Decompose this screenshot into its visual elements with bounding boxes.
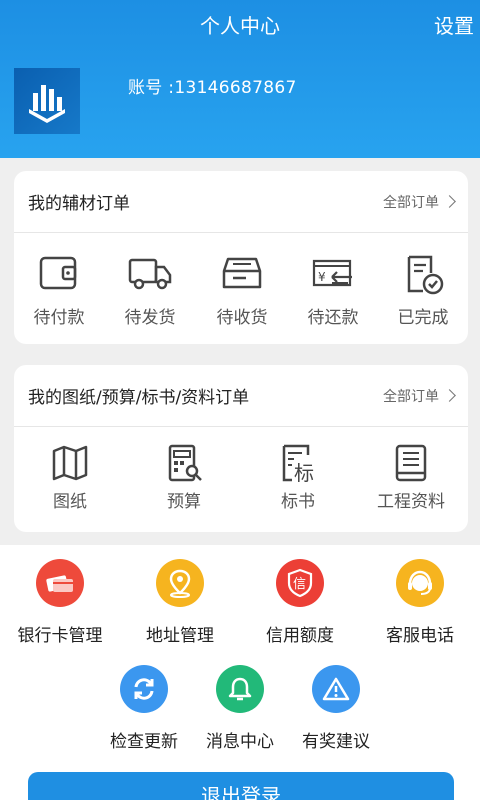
item-label: 待发货 xyxy=(124,308,176,328)
all-orders-label: 全部订单 xyxy=(383,388,439,405)
check-update-button[interactable]: 检查更新 xyxy=(96,665,192,752)
bid-doc-icon: 标 xyxy=(282,444,314,483)
pending-payment-button[interactable]: 待付款 xyxy=(14,253,104,328)
item-label: 预算 xyxy=(167,492,201,512)
item-label: 待还款 xyxy=(307,308,359,328)
credit-icon: 信 xyxy=(276,559,324,607)
wallet-icon xyxy=(39,256,77,290)
logout-button[interactable]: 退出登录 xyxy=(28,772,454,800)
book-icon xyxy=(395,444,427,482)
profile-header: 个人中心 设置 账号 :13146687867 xyxy=(0,0,480,158)
card-title: 我的图纸/预算/标书/资料订单 xyxy=(28,388,250,408)
svg-text:¥: ¥ xyxy=(318,270,326,284)
address-management-button[interactable]: 地址管理 xyxy=(120,559,240,646)
svg-text:标: 标 xyxy=(294,461,314,483)
warning-icon xyxy=(312,665,360,713)
all-orders-label: 全部订单 xyxy=(383,194,439,211)
item-label: 待收货 xyxy=(216,308,268,328)
service-label: 地址管理 xyxy=(146,626,214,646)
settings-button[interactable]: 设置 xyxy=(434,10,474,39)
item-label: 待付款 xyxy=(33,308,85,328)
pending-repayment-button[interactable]: ¥ 待还款 xyxy=(288,253,378,328)
inbox-icon xyxy=(222,257,262,289)
message-center-button[interactable]: 消息中心 xyxy=(192,665,288,752)
pending-shipment-button[interactable]: 待发货 xyxy=(104,253,196,328)
bid-documents-button[interactable]: 标 标书 xyxy=(242,443,354,512)
completed-doc-icon xyxy=(407,255,444,295)
service-label: 检查更新 xyxy=(110,732,178,752)
all-orders-link[interactable]: 全部订单 xyxy=(383,192,456,212)
bank-card-icon xyxy=(36,559,84,607)
feedback-reward-button[interactable]: 有奖建议 xyxy=(288,665,384,752)
bank-card-management-button[interactable]: 银行卡管理 xyxy=(0,559,120,646)
customer-service-button[interactable]: 客服电话 xyxy=(360,559,480,646)
map-icon xyxy=(52,445,88,481)
completed-button[interactable]: 已完成 xyxy=(378,253,468,328)
item-label: 已完成 xyxy=(397,308,449,328)
calculator-icon xyxy=(168,444,202,482)
bell-icon xyxy=(216,665,264,713)
service-label: 信用额度 xyxy=(266,626,334,646)
services-panel: 银行卡管理 地址管理 信 信用额度 客服电话 检查更新 消息中心 有奖建议 xyxy=(0,545,480,800)
building-logo-icon xyxy=(29,85,65,123)
item-label: 标书 xyxy=(281,492,315,512)
avatar[interactable] xyxy=(14,68,80,134)
budget-button[interactable]: 预算 xyxy=(126,443,242,512)
all-orders-link[interactable]: 全部订单 xyxy=(383,386,456,406)
chevron-right-icon xyxy=(443,389,456,402)
credit-limit-button[interactable]: 信 信用额度 xyxy=(240,559,360,646)
location-icon xyxy=(156,559,204,607)
refresh-icon xyxy=(120,665,168,713)
truck-icon xyxy=(128,258,172,290)
drawing-orders-card: 我的图纸/预算/标书/资料订单 全部订单 图纸 预算 标 标书 工程资料 xyxy=(14,365,468,532)
pending-receipt-button[interactable]: 待收货 xyxy=(196,253,288,328)
card-title: 我的辅材订单 xyxy=(28,194,130,214)
svg-text:信: 信 xyxy=(293,577,306,592)
page-title: 个人中心 xyxy=(200,14,280,38)
item-label: 工程资料 xyxy=(377,492,445,512)
drawings-button[interactable]: 图纸 xyxy=(14,443,126,512)
service-label: 银行卡管理 xyxy=(17,626,103,646)
headset-icon xyxy=(396,559,444,607)
chevron-right-icon xyxy=(443,195,456,208)
service-label: 客服电话 xyxy=(386,626,454,646)
service-label: 有奖建议 xyxy=(302,732,370,752)
service-label: 消息中心 xyxy=(206,732,274,752)
repay-icon: ¥ xyxy=(312,259,352,287)
account-number: 账号 :13146687867 xyxy=(128,78,297,98)
material-orders-card: 我的辅材订单 全部订单 待付款 待发货 待收货 ¥ 待还款 已完成 xyxy=(14,171,468,344)
engineering-docs-button[interactable]: 工程资料 xyxy=(354,443,468,512)
item-label: 图纸 xyxy=(53,492,87,512)
